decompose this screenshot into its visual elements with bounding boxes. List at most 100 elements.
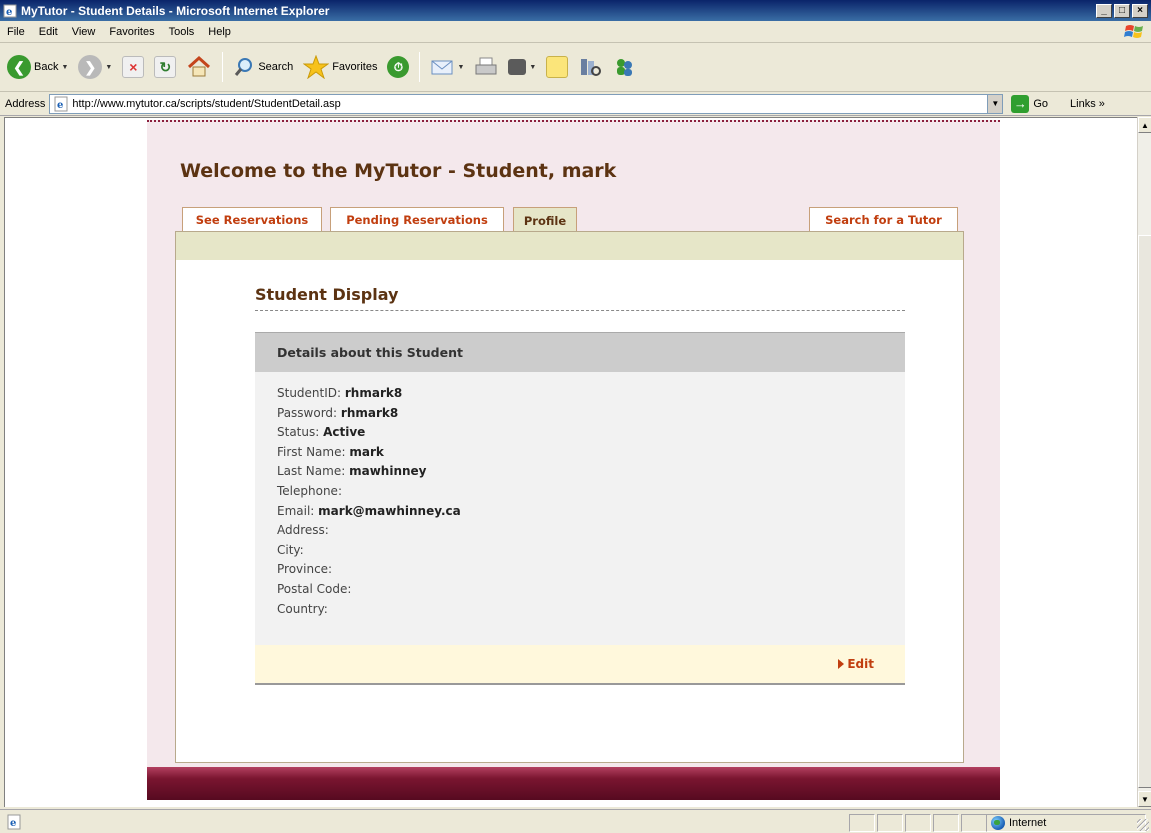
detail-label: Email: xyxy=(277,503,315,518)
research-button[interactable] xyxy=(575,49,605,85)
detail-label: City: xyxy=(277,542,304,557)
close-button[interactable]: × xyxy=(1132,3,1148,18)
address-url[interactable]: http://www.mytutor.ca/scripts/student/St… xyxy=(72,98,987,110)
detail-list: StudentID: rhmark8 Password: rhmark8 Sta… xyxy=(277,386,461,621)
status-bar: e Internet xyxy=(0,809,1151,833)
content-header-stripe xyxy=(176,232,963,260)
detail-label: Address: xyxy=(277,523,329,538)
chevron-down-icon[interactable]: ▼ xyxy=(529,64,536,71)
refresh-icon: ↻ xyxy=(154,56,177,78)
vertical-scrollbar[interactable]: ▲ ▼ xyxy=(1137,117,1151,807)
scroll-up-icon[interactable]: ▲ xyxy=(1138,117,1151,133)
star-icon xyxy=(303,55,330,79)
favorites-button[interactable]: Favorites xyxy=(300,49,380,85)
security-zone[interactable]: Internet xyxy=(986,814,1146,832)
home-button[interactable] xyxy=(183,49,215,85)
ie-page-icon: e xyxy=(54,96,68,111)
address-label: Address xyxy=(5,97,46,110)
links-button[interactable]: Links » xyxy=(1070,98,1105,110)
status-panel xyxy=(933,814,959,832)
content-box: Student Display Details about this Stude… xyxy=(175,231,964,763)
ie-page-icon: e xyxy=(7,814,21,829)
search-icon xyxy=(235,58,253,76)
detail-value: mark@mawhinney.ca xyxy=(318,503,461,518)
go-button[interactable]: → Go xyxy=(1011,94,1049,113)
window-titlebar[interactable]: e MyTutor - Student Details - Microsoft … xyxy=(0,0,1151,21)
detail-row-country: Country: xyxy=(277,602,461,622)
detail-row-province: Province: xyxy=(277,562,461,582)
back-button[interactable]: ❮ Back ▼ xyxy=(4,49,71,85)
messenger-button[interactable] xyxy=(609,49,639,85)
detail-label: Country: xyxy=(277,601,328,616)
section-divider xyxy=(255,310,905,311)
chevron-down-icon[interactable]: ▼ xyxy=(987,94,1003,113)
note-icon xyxy=(546,56,569,78)
detail-value: rhmark8 xyxy=(340,405,399,420)
zone-label: Internet xyxy=(1009,817,1047,829)
address-input[interactable]: e http://www.mytutor.ca/scripts/student/… xyxy=(49,93,1004,114)
research-icon xyxy=(581,59,602,76)
page-title: Welcome to the MyTutor - Student, mark xyxy=(180,160,617,182)
svg-text:e: e xyxy=(10,818,16,829)
edit-page-button[interactable]: ▼ xyxy=(505,49,539,85)
search-label: Search xyxy=(258,61,294,73)
resize-grip-icon[interactable] xyxy=(1137,819,1149,831)
detail-row-last-name: Last Name: mawhinney xyxy=(277,464,461,484)
tab-profile[interactable]: Profile xyxy=(513,207,577,233)
menu-tools[interactable]: Tools xyxy=(162,26,202,38)
browser-viewport: Welcome to the MyTutor - Student, mark S… xyxy=(4,117,1137,807)
chevron-down-icon[interactable]: ▼ xyxy=(105,64,112,71)
edit-page-icon xyxy=(508,59,527,75)
menu-edit[interactable]: Edit xyxy=(32,26,65,38)
mail-button[interactable]: ▼ xyxy=(427,49,467,85)
back-arrow-icon: ❮ xyxy=(7,55,31,79)
edit-link[interactable]: Edit xyxy=(838,657,874,671)
forward-button[interactable]: ❯ ▼ xyxy=(75,49,115,85)
print-button[interactable] xyxy=(471,49,501,85)
svg-text:e: e xyxy=(6,7,12,18)
chevron-down-icon[interactable]: ▼ xyxy=(457,64,464,71)
details-panel: StudentID: rhmark8 Password: rhmark8 Sta… xyxy=(255,372,905,645)
home-icon xyxy=(188,55,211,77)
stop-icon: × xyxy=(122,56,145,78)
ie-page-icon: e xyxy=(3,4,17,18)
detail-label: Status: xyxy=(277,425,320,440)
menu-help[interactable]: Help xyxy=(201,26,238,38)
menu-view[interactable]: View xyxy=(65,26,103,38)
section-title: Student Display xyxy=(255,285,399,304)
minimize-button[interactable]: _ xyxy=(1096,3,1112,18)
menu-file[interactable]: File xyxy=(0,26,32,38)
detail-value: Active xyxy=(323,425,366,440)
messenger-icon xyxy=(617,59,633,76)
tab-search-tutor[interactable]: Search for a Tutor xyxy=(809,207,958,232)
detail-label: Postal Code: xyxy=(277,581,352,596)
toolbar-separator xyxy=(419,52,421,82)
detail-row-first-name: First Name: mark xyxy=(277,445,461,465)
stop-button[interactable]: × xyxy=(119,49,147,85)
printer-icon xyxy=(475,57,497,75)
detail-label: Password: xyxy=(277,405,338,420)
toolbar: ❮ Back ▼ ❯ ▼ × ↻ Search Favorites ⏱ ▼ ▼ xyxy=(0,43,1151,92)
tab-see-reservations[interactable]: See Reservations xyxy=(182,207,322,232)
tab-pending-reservations[interactable]: Pending Reservations xyxy=(330,207,504,232)
go-label: Go xyxy=(1033,97,1049,110)
detail-row-postal-code: Postal Code: xyxy=(277,582,461,602)
status-panel xyxy=(877,814,903,832)
maximize-button[interactable]: □ xyxy=(1114,3,1130,18)
page-footer-band xyxy=(147,767,1000,800)
detail-row-status: Status: Active xyxy=(277,425,461,445)
window-title: MyTutor - Student Details - Microsoft In… xyxy=(21,3,330,18)
refresh-button[interactable]: ↻ xyxy=(151,49,179,85)
discuss-button[interactable] xyxy=(543,49,571,85)
menu-favorites[interactable]: Favorites xyxy=(102,26,161,38)
scroll-down-icon[interactable]: ▼ xyxy=(1138,791,1151,807)
detail-label: Province: xyxy=(277,562,333,577)
search-button[interactable]: Search xyxy=(230,49,296,85)
detail-value: rhmark8 xyxy=(344,386,403,400)
scroll-thumb[interactable] xyxy=(1138,235,1151,788)
history-button[interactable]: ⏱ xyxy=(384,49,412,85)
menubar: File Edit View Favorites Tools Help xyxy=(0,21,1151,43)
chevron-down-icon[interactable]: ▼ xyxy=(61,64,68,71)
detail-label: First Name: xyxy=(277,444,346,459)
go-arrow-icon: → xyxy=(1011,94,1030,113)
